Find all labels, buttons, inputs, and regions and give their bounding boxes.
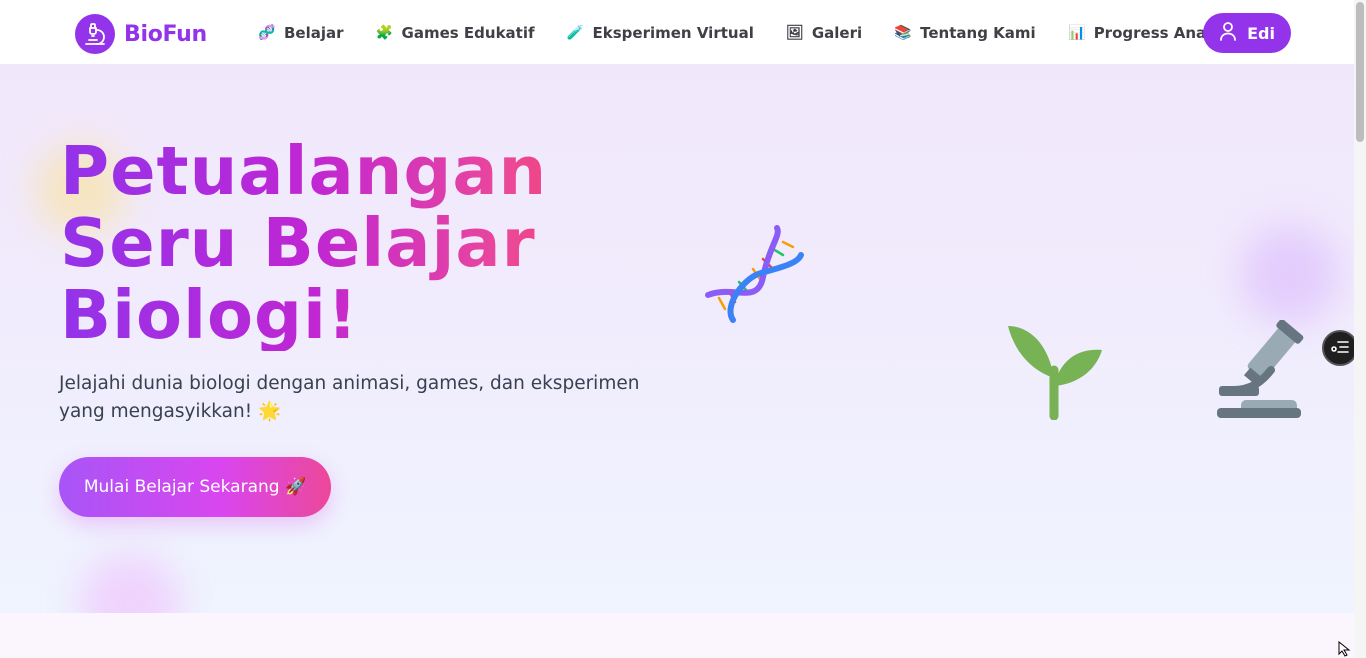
decorative-blob bbox=[1240, 225, 1340, 325]
nav-item-progress-anak[interactable]: 📊 Progress Anak bbox=[1068, 24, 1216, 42]
nav-item-label: Progress Anak bbox=[1093, 23, 1217, 42]
nav-item-eksperimen-virtual[interactable]: 🧪 Eksperimen Virtual bbox=[567, 24, 754, 42]
books-icon: 📚 bbox=[894, 24, 912, 41]
bar-chart-icon: 📊 bbox=[1067, 24, 1086, 41]
user-button[interactable]: Edi bbox=[1203, 13, 1291, 53]
dna-icon: 🧬 bbox=[258, 24, 276, 41]
user-name: Edi bbox=[1247, 23, 1275, 43]
nav-item-label: Belajar bbox=[284, 23, 344, 42]
vertical-scrollbar[interactable] bbox=[1354, 0, 1366, 658]
nav-item-galeri[interactable]: 🖼 Galeri bbox=[786, 24, 862, 42]
hero-title: Petualangan Seru Belajar Biologi! bbox=[60, 135, 620, 351]
scrollbar-thumb[interactable] bbox=[1356, 2, 1364, 142]
hero-subtitle: Jelajahi dunia biologi dengan animasi, g… bbox=[59, 373, 640, 422]
nav-item-belajar[interactable]: 🧬 Belajar bbox=[258, 23, 344, 42]
nav-item-label: Games Edukatif bbox=[401, 23, 535, 42]
nav-item-label: Galeri bbox=[811, 23, 863, 42]
microscope-icon bbox=[1213, 319, 1305, 424]
nav-item-tentang-kami[interactable]: 📚 Tentang Kami bbox=[894, 23, 1036, 42]
nav-item-label: Eksperimen Virtual bbox=[592, 23, 754, 42]
sprout-icon bbox=[1006, 320, 1102, 424]
puzzle-icon: 🧩 bbox=[375, 24, 394, 41]
list-icon bbox=[1331, 339, 1349, 358]
brand-name: BioFun bbox=[124, 21, 207, 47]
main-nav: 🧬 Belajar 🧩 Games Edukatif 🧪 Eksperimen … bbox=[258, 0, 1216, 65]
user-icon bbox=[1219, 21, 1237, 45]
decorative-blob bbox=[80, 555, 180, 613]
floating-menu-button[interactable] bbox=[1322, 330, 1358, 366]
dna-icon bbox=[703, 225, 807, 329]
test-tube-icon: 🧪 bbox=[566, 24, 585, 41]
start-learning-button[interactable]: Mulai Belajar Sekarang 🚀 bbox=[59, 457, 331, 517]
brand[interactable]: BioFun bbox=[75, 14, 207, 54]
hero-section: Petualangan Seru Belajar Biologi! Jelaja… bbox=[0, 65, 1354, 613]
mouse-cursor-icon bbox=[1338, 640, 1352, 658]
navbar: BioFun 🧬 Belajar 🧩 Games Edukatif 🧪 Eksp… bbox=[0, 0, 1354, 65]
nav-item-games-edukatif[interactable]: 🧩 Games Edukatif bbox=[376, 24, 535, 42]
nav-item-label: Tentang Kami bbox=[920, 23, 1036, 42]
next-section bbox=[0, 613, 1354, 658]
picture-icon: 🖼 bbox=[785, 24, 804, 41]
microscope-icon bbox=[75, 14, 115, 54]
